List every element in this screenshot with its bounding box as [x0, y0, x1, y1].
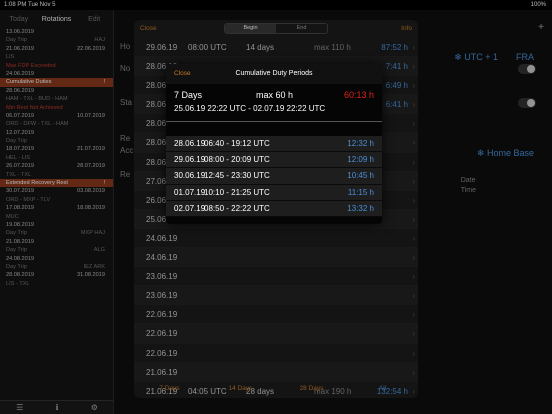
duty-day-list: 28.06.19 06:40 - 19:12 UTC 12:32 h 29.06.19… — [166, 136, 382, 217]
duty-day-date: 29.06.19 — [174, 155, 206, 165]
duty-day-times: 08:00 - 20:09 UTC — [204, 155, 270, 165]
duty-day-times: 06:40 - 19:12 UTC — [204, 139, 270, 148]
duty-day-hours: 12:32 h — [347, 139, 374, 148]
duty-day-times: 12:45 - 23:30 UTC — [204, 171, 270, 181]
cumulative-duty-popup: Close Cumulative Duty Periods 7 Days max… — [166, 64, 382, 224]
summary-total: 60:13 h — [343, 90, 374, 100]
duty-day-date: 28.06.19 — [174, 139, 206, 148]
summary-days: 7 Days — [174, 90, 203, 100]
duty-day-row: 30.06.19 12:45 - 23:30 UTC 10:45 h — [166, 168, 382, 185]
duty-day-row: 28.06.19 06:40 - 19:12 UTC 12:32 h — [166, 136, 382, 153]
duty-day-row: 29.06.19 08:00 - 20:09 UTC 12:09 h — [166, 152, 382, 169]
duty-day-row: 02.07.19 08:50 - 22:22 UTC 13:32 h — [166, 200, 382, 217]
popup-header: Close Cumulative Duty Periods — [166, 64, 382, 84]
duty-day-hours: 12:09 h — [347, 155, 374, 165]
summary-max: max 60 h — [256, 90, 294, 100]
duty-day-row: 01.07.19 10:10 - 21:25 UTC 11:15 h — [166, 184, 382, 201]
popup-spacer — [166, 122, 382, 136]
summary-range: 25.06.19 22:22 UTC - 02.07.19 22:22 UTC — [174, 104, 326, 113]
duty-day-hours: 11:15 h — [347, 187, 374, 197]
duty-day-hours: 10:45 h — [347, 171, 374, 181]
duty-day-date: 02.07.19 — [174, 203, 206, 213]
duty-day-hours: 13:32 h — [347, 203, 374, 213]
popup-summary: 7 Days max 60 h 60:13 h 25.06.19 22:22 U… — [166, 84, 382, 122]
duty-day-date: 01.07.19 — [174, 187, 206, 197]
popup-title: Cumulative Duty Periods — [235, 70, 313, 77]
duty-day-times: 10:10 - 21:25 UTC — [204, 187, 270, 197]
duty-day-date: 30.06.19 — [174, 171, 206, 181]
duty-day-times: 08:50 - 22:22 UTC — [204, 203, 270, 213]
